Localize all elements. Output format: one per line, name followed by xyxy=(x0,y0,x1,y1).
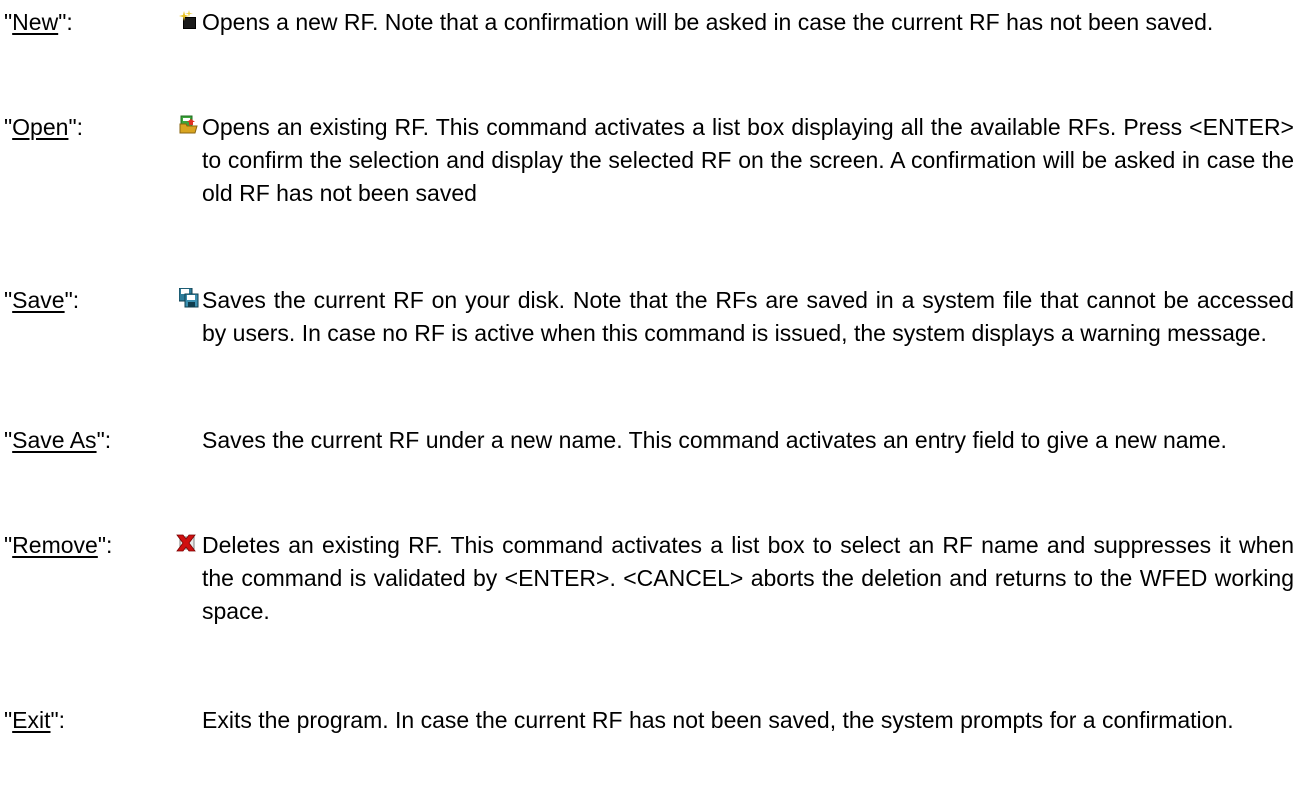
description-exit: Exits the program. In case the current R… xyxy=(202,707,1234,733)
term-new: "New": xyxy=(4,9,73,35)
term-open: "Open": xyxy=(4,114,83,140)
entry-save: "Save": Saves the current RF on your dis… xyxy=(4,284,1294,389)
floppy-disk-save-icon xyxy=(179,288,199,308)
new-document-sparkle-icon xyxy=(179,10,199,30)
entry-remove: "Remove": Deletes an existing RF. This c… xyxy=(4,529,1294,634)
entry-open: "Open": Opens an existing RF. This comma… xyxy=(4,111,1294,251)
term-save-as: "Save As": xyxy=(4,427,112,453)
description-open: Opens an existing RF. This command activ… xyxy=(202,114,1294,206)
term-save-label: Save xyxy=(12,287,65,313)
term-exit: "Exit": xyxy=(4,707,66,733)
open-folder-icon xyxy=(179,115,199,135)
description-save-as: Saves the current RF under a new name. T… xyxy=(202,427,1227,453)
description-save: Saves the current RF on your disk. Note … xyxy=(202,287,1294,346)
term-open-label: Open xyxy=(12,114,69,140)
delete-red-x-icon xyxy=(176,533,196,553)
term-exit-label: Exit xyxy=(12,707,51,733)
entry-save-as: "Save As": Saves the current RF under a … xyxy=(4,424,1294,494)
description-new: Opens a new RF. Note that a confirmation… xyxy=(202,9,1214,35)
description-remove: Deletes an existing RF. This command act… xyxy=(202,532,1294,624)
entry-new: "New": Opens a new RF. Note that a confi… xyxy=(4,6,1294,76)
entry-exit: "Exit": Exits the program. In case the c… xyxy=(4,704,1294,774)
term-save: "Save": xyxy=(4,287,80,313)
term-save-as-label: Save As xyxy=(12,427,97,453)
term-remove: "Remove": xyxy=(4,532,113,558)
menu-command-reference: "New": Opens a new RF. Note that a confi… xyxy=(0,0,1308,789)
term-remove-label: Remove xyxy=(12,532,98,558)
term-new-label: New xyxy=(12,9,59,35)
